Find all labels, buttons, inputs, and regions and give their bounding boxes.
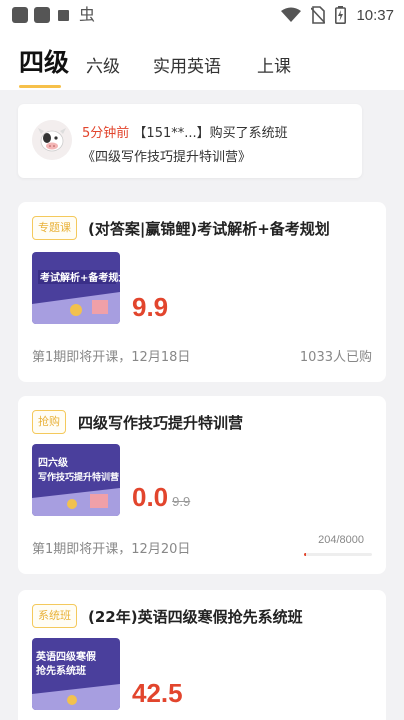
course-card[interactable]: 专题课 (对答案|赢锦鲤)考试解析+备考规划 考试解析+备考规划 9.9 第1期… [18, 202, 386, 382]
course-title: (对答案|赢锦鲤)考试解析+备考规划 [88, 220, 330, 238]
course-badge: 系统班 [32, 604, 77, 628]
course-thumbnail: 四六级 写作技巧提升特训营 [32, 444, 120, 516]
thumb-text: 英语四级寒假 [35, 650, 97, 663]
wifi-icon [281, 7, 302, 22]
notice-message: 【151**...】购买了系统班 [133, 126, 288, 141]
course-list[interactable]: 5分钟前 【151**...】购买了系统班 《四级写作技巧提升特训营》 专题课 … [0, 90, 404, 720]
thumb-text: 四六级 [38, 456, 69, 469]
app-notification-icon [34, 7, 50, 23]
thumb-text: 抢先系统班 [36, 664, 86, 677]
course-purchase-count: 1033人已购 [299, 350, 372, 365]
course-price: 42.5 [132, 678, 183, 708]
cow-avatar-icon [32, 120, 72, 160]
course-card[interactable]: 抢购 四级写作技巧提升特训营 四六级 写作技巧提升特训营 0.0 9.9 第1期即… [18, 396, 386, 574]
avatar [32, 120, 72, 160]
course-start-date: 第1期即将开课，12月20日 [32, 542, 191, 557]
course-badge: 抢购 [32, 410, 66, 434]
app-notification-icon [12, 7, 28, 23]
course-original-price: 9.9 [172, 494, 191, 509]
course-thumbnail: 英语四级寒假 抢先系统班 [32, 638, 120, 710]
enrollment-progress-fill [304, 553, 307, 556]
notice-text: 5分钟前 【151**...】购买了系统班 [82, 122, 288, 141]
course-thumbnail: 考试解析+备考规划 [32, 252, 120, 324]
course-title: 四级写作技巧提升特训营 [78, 414, 244, 432]
purchase-notice: 5分钟前 【151**...】购买了系统班 《四级写作技巧提升特训营》 [18, 104, 362, 178]
active-tab-indicator [19, 85, 61, 88]
app-notification-icon [58, 9, 69, 21]
battery-charging-icon [335, 6, 347, 24]
notice-time: 5分钟前 [82, 126, 130, 141]
no-sim-icon [311, 6, 326, 24]
course-title: (22年)英语四级寒假抢先系统班 [88, 608, 303, 626]
tab-practical-english[interactable]: 实用英语 [153, 52, 221, 77]
tab-classes[interactable]: 上课 [257, 52, 291, 77]
category-tabs: 四级 六级 实用英语 上课 [0, 34, 404, 90]
enrollment-progress-label: 204/8000 [318, 534, 364, 546]
status-right: 10:37 [281, 6, 394, 24]
course-start-date: 第1期即将开课，12月18日 [32, 350, 191, 365]
thumb-text: 考试解析+备考规划 [40, 271, 120, 284]
course-price-value: 0.0 [132, 482, 169, 512]
status-bar: 虫 10:37 [0, 0, 404, 34]
bug-icon: 虫 [79, 5, 96, 24]
notice-course-name: 《四级写作技巧提升特训营》 [82, 150, 252, 165]
course-card[interactable]: 系统班 (22年)英语四级寒假抢先系统班 英语四级寒假 抢先系统班 42.5 [18, 590, 386, 720]
status-left: 虫 [12, 7, 95, 23]
course-badge: 专题课 [32, 216, 77, 240]
tab-cet4[interactable]: 四级 [19, 43, 69, 79]
clock: 10:37 [356, 6, 394, 24]
tab-cet6[interactable]: 六级 [86, 52, 120, 77]
thumb-text: 写作技巧提升特训营 [38, 471, 119, 483]
course-price: 0.0 9.9 [132, 482, 190, 513]
enrollment-progress-bar [304, 553, 372, 556]
course-price: 9.9 [132, 292, 169, 322]
